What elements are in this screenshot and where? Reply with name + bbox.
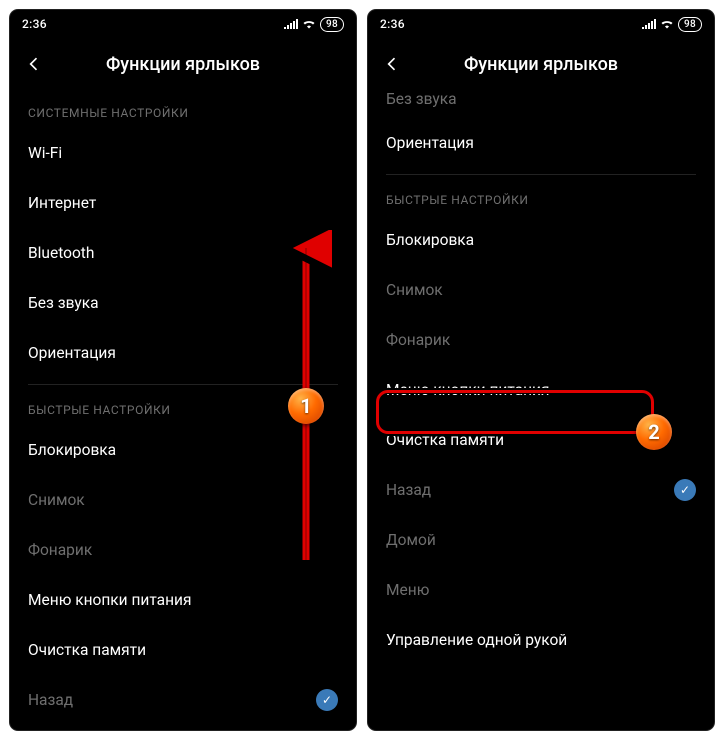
- status-time: 2:36: [22, 17, 47, 31]
- chevron-left-icon: [24, 54, 44, 74]
- divider: [28, 384, 338, 385]
- status-bar: 2:36 98: [10, 10, 356, 38]
- row-home-action[interactable]: Домой: [386, 515, 696, 565]
- row-partial-top[interactable]: Без звука: [386, 90, 696, 118]
- back-button[interactable]: [368, 40, 416, 88]
- section-header-quick: БЫСТРЫЕ НАСТРОЙКИ: [28, 387, 338, 425]
- row-lock[interactable]: Блокировка: [386, 215, 696, 265]
- row-lock[interactable]: Блокировка: [28, 425, 338, 475]
- page-title: Функции ярлыков: [368, 54, 714, 75]
- row-flashlight[interactable]: Фонарик: [386, 315, 696, 365]
- row-back-action[interactable]: Назад ✓: [28, 675, 338, 725]
- row-wifi[interactable]: Wi-Fi: [28, 128, 338, 178]
- settings-list[interactable]: СИСТЕМНЫЕ НАСТРОЙКИ Wi-Fi Интернет Bluet…: [10, 90, 356, 730]
- back-button[interactable]: [10, 40, 58, 88]
- status-bar: 2:36 98: [368, 10, 714, 38]
- row-one-hand[interactable]: Управление одной рукой: [386, 615, 696, 665]
- app-bar: Функции ярлыков: [10, 38, 356, 90]
- row-screenshot[interactable]: Снимок: [386, 265, 696, 315]
- page-title: Функции ярлыков: [10, 54, 356, 75]
- chevron-left-icon: [382, 54, 402, 74]
- row-flashlight[interactable]: Фонарик: [28, 525, 338, 575]
- status-right: 98: [642, 17, 702, 32]
- check-icon: ✓: [674, 479, 696, 501]
- row-orientation[interactable]: Ориентация: [28, 328, 338, 378]
- row-clear-memory[interactable]: Очистка памяти: [28, 625, 338, 675]
- row-power-menu[interactable]: Меню кнопки питания: [386, 365, 696, 415]
- row-clear-memory[interactable]: Очистка памяти: [386, 415, 696, 465]
- row-screenshot[interactable]: Снимок: [28, 475, 338, 525]
- battery-pill: 98: [320, 17, 344, 32]
- row-bluetooth[interactable]: Bluetooth: [28, 228, 338, 278]
- battery-pill: 98: [678, 17, 702, 32]
- row-back-action[interactable]: Назад ✓: [386, 465, 696, 515]
- row-internet[interactable]: Интернет: [28, 178, 338, 228]
- signal-icon: [284, 19, 298, 29]
- row-power-menu[interactable]: Меню кнопки питания: [28, 575, 338, 625]
- section-header-quick: БЫСТРЫЕ НАСТРОЙКИ: [386, 177, 696, 215]
- settings-list[interactable]: Без звука Ориентация БЫСТРЫЕ НАСТРОЙКИ Б…: [368, 90, 714, 730]
- wifi-icon: [660, 19, 674, 29]
- section-header-system: СИСТЕМНЫЕ НАСТРОЙКИ: [28, 90, 338, 128]
- status-time: 2:36: [380, 17, 405, 31]
- row-silent[interactable]: Без звука: [28, 278, 338, 328]
- signal-icon: [642, 19, 656, 29]
- wifi-icon: [302, 19, 316, 29]
- row-orientation[interactable]: Ориентация: [386, 118, 696, 168]
- divider: [386, 174, 696, 175]
- row-menu-action[interactable]: Меню: [386, 565, 696, 615]
- app-bar: Функции ярлыков: [368, 38, 714, 90]
- phone-screen-2: 2:36 98 Функции ярлыков Без звука Ориент…: [368, 10, 714, 730]
- status-right: 98: [284, 17, 344, 32]
- phone-screen-1: 2:36 98 Функции ярлыков СИСТЕМНЫЕ НАСТРО…: [10, 10, 356, 730]
- check-icon: ✓: [316, 689, 338, 711]
